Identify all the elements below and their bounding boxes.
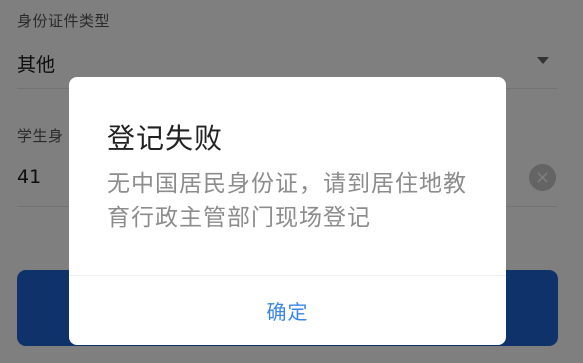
error-dialog: 登记失败 无中国居民身份证，请到居住地教育行政主管部门现场登记 确定	[69, 77, 506, 345]
dialog-message: 无中国居民身份证，请到居住地教育行政主管部门现场登记	[107, 171, 467, 231]
confirm-button[interactable]: 确定	[69, 276, 506, 345]
dialog-title: 登记失败	[107, 122, 224, 155]
